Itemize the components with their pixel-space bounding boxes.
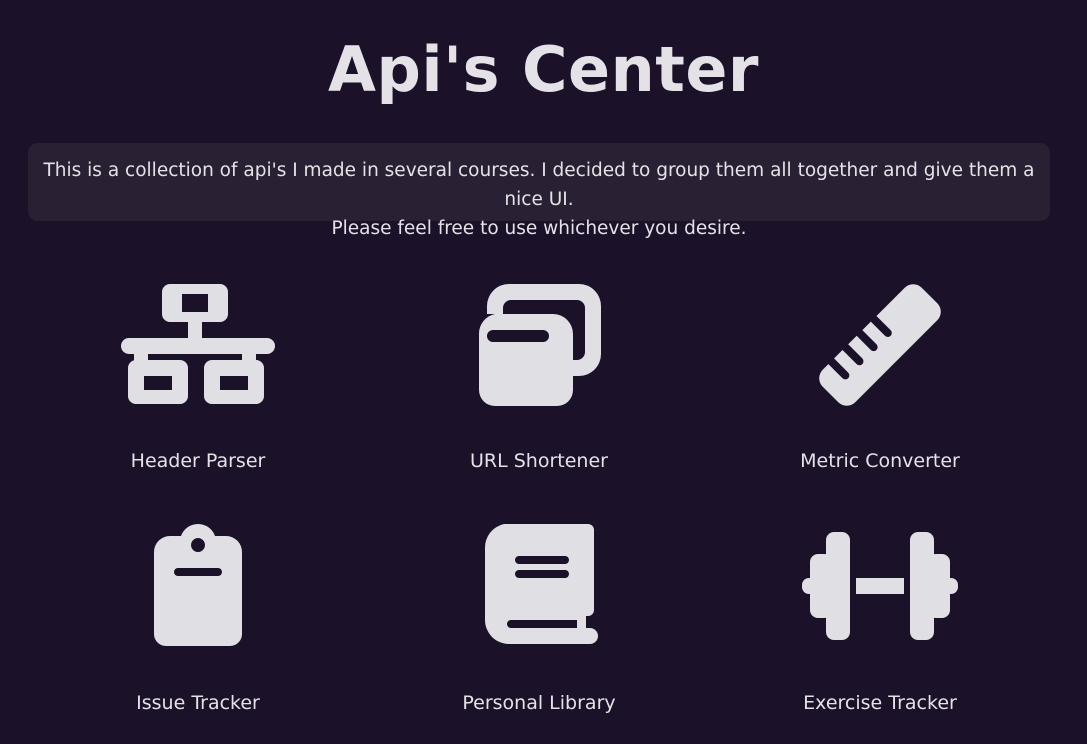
tile-label: Metric Converter	[800, 450, 960, 472]
page: Api's Center This is a collection of api…	[0, 0, 1087, 744]
dumbbell-icon	[800, 520, 960, 650]
tile-label: Exercise Tracker	[803, 692, 957, 714]
description-panel: This is a collection of api's I made in …	[28, 143, 1050, 239]
tile-personal-library[interactable]: Personal Library	[399, 492, 679, 722]
description-line-1: This is a collection of api's I made in …	[43, 160, 1035, 210]
clipboard-icon	[118, 520, 278, 650]
page-title: Api's Center	[327, 33, 760, 106]
tile-exercise-tracker[interactable]: Exercise Tracker	[740, 492, 1020, 722]
tile-label: URL Shortener	[470, 450, 608, 472]
network-icon	[118, 280, 278, 410]
tile-label: Personal Library	[462, 692, 616, 714]
tile-issue-tracker[interactable]: Issue Tracker	[58, 492, 338, 722]
book-icon	[459, 520, 619, 650]
copy-icon	[459, 280, 619, 410]
tile-label: Header Parser	[130, 450, 266, 472]
tile-url-shortener[interactable]: URL Shortener	[399, 250, 679, 480]
tile-header-parser[interactable]: Header Parser	[58, 250, 338, 480]
description-line-2: Please feel free to use whichever you de…	[331, 218, 747, 239]
tile-metric-converter[interactable]: Metric Converter	[740, 250, 1020, 480]
ruler-icon	[800, 280, 960, 410]
tile-label: Issue Tracker	[136, 692, 260, 714]
